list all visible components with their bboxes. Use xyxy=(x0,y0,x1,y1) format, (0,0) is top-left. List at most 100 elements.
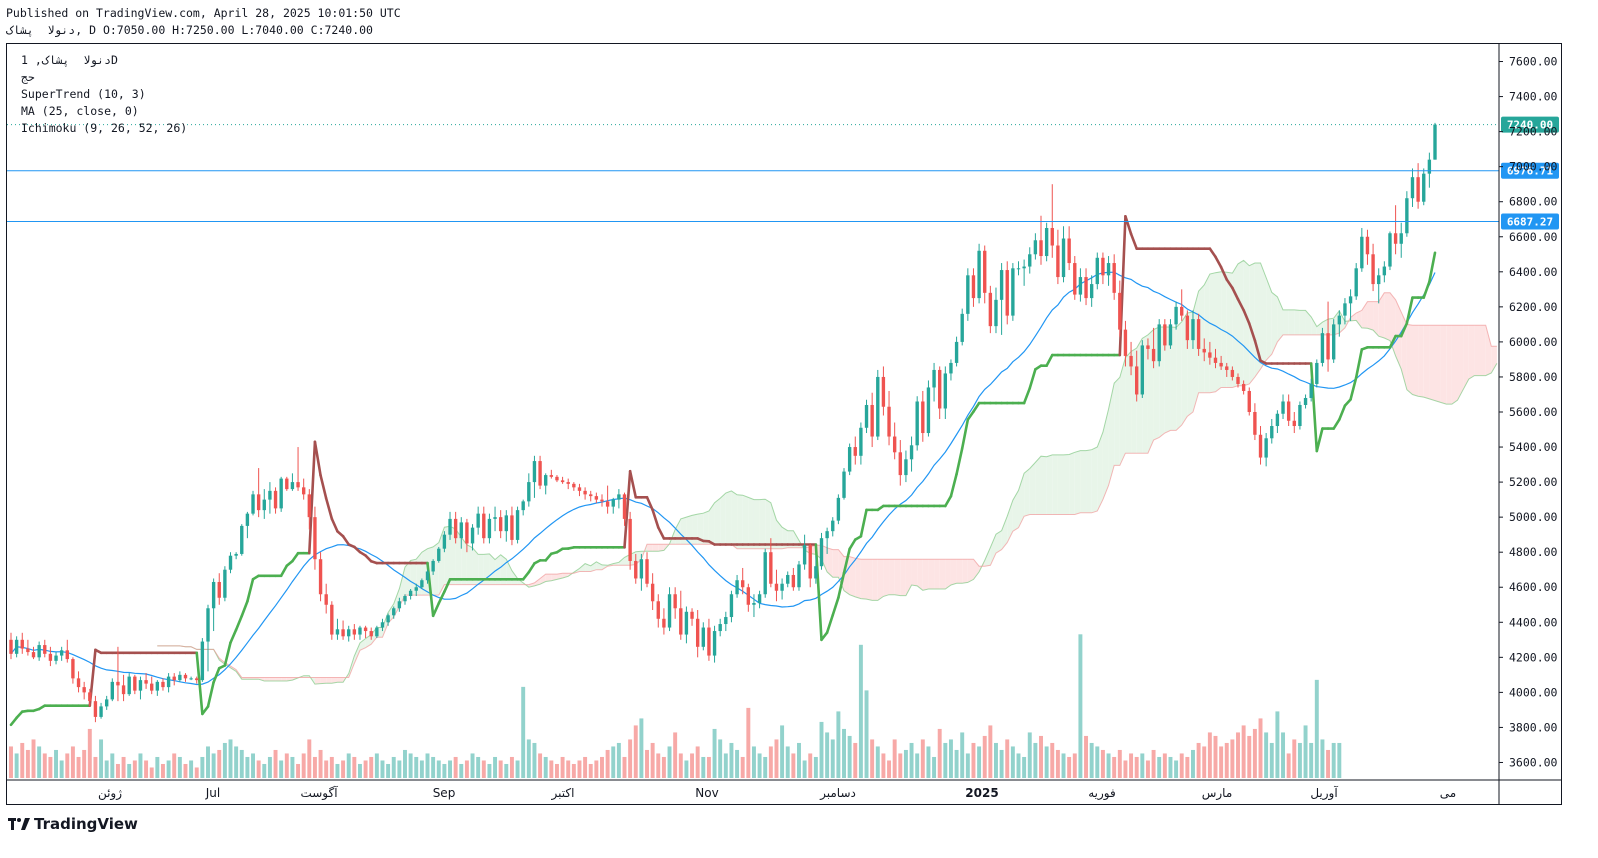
candle xyxy=(701,622,705,651)
candle-body xyxy=(1365,236,1370,255)
candle xyxy=(1112,254,1116,300)
volume-bar xyxy=(1337,742,1342,778)
cloud-segment xyxy=(320,677,327,684)
candle xyxy=(133,674,137,695)
candle-body xyxy=(313,517,317,560)
candle xyxy=(273,487,278,514)
candle-body xyxy=(932,369,936,388)
candle-body xyxy=(1016,268,1021,270)
candle-body xyxy=(369,631,373,637)
supertrend-segment xyxy=(628,469,638,499)
price-tick-label: 4400.00 xyxy=(1509,615,1558,629)
cloud-segment xyxy=(1041,456,1047,515)
candle-body xyxy=(853,447,857,456)
volume-bar xyxy=(751,746,756,778)
candle xyxy=(881,366,886,416)
volume-bar xyxy=(1067,756,1072,778)
supertrend-segment xyxy=(9,716,18,727)
volume-bar xyxy=(177,756,182,778)
cloud-segment xyxy=(894,559,901,596)
volume-bar xyxy=(341,760,346,778)
candle xyxy=(510,506,514,546)
volume-bar xyxy=(994,742,998,778)
cloud-segment xyxy=(1024,468,1030,517)
price-tick-label: 7200.00 xyxy=(1509,125,1558,139)
candle-body xyxy=(971,275,976,299)
cloud-segment xyxy=(275,677,282,681)
legend-ichimoku[interactable]: Ichimoku (9, 26, 52, 26) xyxy=(21,121,187,135)
candle xyxy=(988,285,993,334)
cloud-segment xyxy=(1125,351,1132,454)
candle xyxy=(662,608,666,635)
candle-body xyxy=(1005,270,1009,316)
candle-body xyxy=(121,685,126,695)
volume-bar xyxy=(194,767,199,778)
candle-body xyxy=(307,494,311,518)
candle-body xyxy=(301,487,306,495)
volume-bar xyxy=(222,742,227,778)
price-tick-label: 5600.00 xyxy=(1509,405,1558,419)
volume-bar xyxy=(149,767,154,778)
candle-body xyxy=(1270,426,1274,439)
candle-body xyxy=(718,624,722,632)
candle xyxy=(172,673,176,686)
cloud-segment xyxy=(759,499,766,549)
candle-body xyxy=(1331,324,1336,360)
volume-bar xyxy=(504,763,509,778)
candle-body xyxy=(1151,348,1156,362)
price-chart[interactable]: 6976.716687.277240.00 3600.00 3800.00 4000… xyxy=(7,44,1561,804)
cloud-segment xyxy=(703,511,709,545)
volume-bar xyxy=(628,739,633,778)
supertrend-segment xyxy=(229,628,238,644)
candle-body xyxy=(1039,240,1043,257)
candle xyxy=(1298,401,1302,430)
candle xyxy=(1281,394,1285,420)
supertrend-segment xyxy=(234,614,244,632)
candle-body xyxy=(1106,263,1111,276)
volume-bar xyxy=(1292,739,1297,778)
candle-body xyxy=(240,525,244,554)
candle xyxy=(262,489,266,519)
cloud-segment xyxy=(770,502,777,549)
chart-frame[interactable]: 6976.71 6687.27 7240.00 3600.00 3800.00 4000… xyxy=(6,43,1562,805)
candle xyxy=(1377,268,1381,304)
candle-body xyxy=(1118,292,1122,330)
volume-bar xyxy=(1236,732,1240,778)
candle-body xyxy=(1388,233,1392,267)
candle xyxy=(211,578,216,632)
volume-bar xyxy=(307,739,312,778)
candle xyxy=(482,506,486,544)
candle-body xyxy=(251,494,255,514)
candle-body xyxy=(842,471,846,498)
tradingview-logo[interactable]: TradingView xyxy=(8,815,138,833)
candle-body xyxy=(498,517,503,532)
candle xyxy=(1016,261,1021,276)
candle xyxy=(318,552,323,602)
candle-body xyxy=(189,678,193,680)
volume-bar xyxy=(363,760,368,778)
cloud-segment xyxy=(928,559,935,589)
candle xyxy=(1033,233,1038,260)
candle-body xyxy=(774,583,779,591)
candle xyxy=(363,625,368,639)
candle xyxy=(301,478,306,500)
legend-supertrend[interactable]: SuperTrend (10, 3) xyxy=(21,87,146,101)
volume-bar xyxy=(93,756,98,778)
cloud-segment xyxy=(1001,516,1008,550)
volume-bar xyxy=(459,763,464,778)
candle-body xyxy=(1067,238,1071,264)
cloud-segment xyxy=(1474,325,1481,376)
volume-bar xyxy=(605,749,610,778)
cloud-segment xyxy=(326,677,332,684)
candle-body xyxy=(645,559,649,584)
volume-bar xyxy=(251,753,255,778)
candle xyxy=(99,702,103,719)
supertrend-segment xyxy=(206,680,215,708)
candle xyxy=(1253,403,1257,441)
candle xyxy=(223,566,227,602)
volume-bar xyxy=(1078,634,1083,778)
candle-body xyxy=(656,601,660,619)
candle xyxy=(1067,226,1071,271)
candle xyxy=(667,587,672,632)
legend-ma[interactable]: MA (25, close, 0) xyxy=(21,104,139,118)
